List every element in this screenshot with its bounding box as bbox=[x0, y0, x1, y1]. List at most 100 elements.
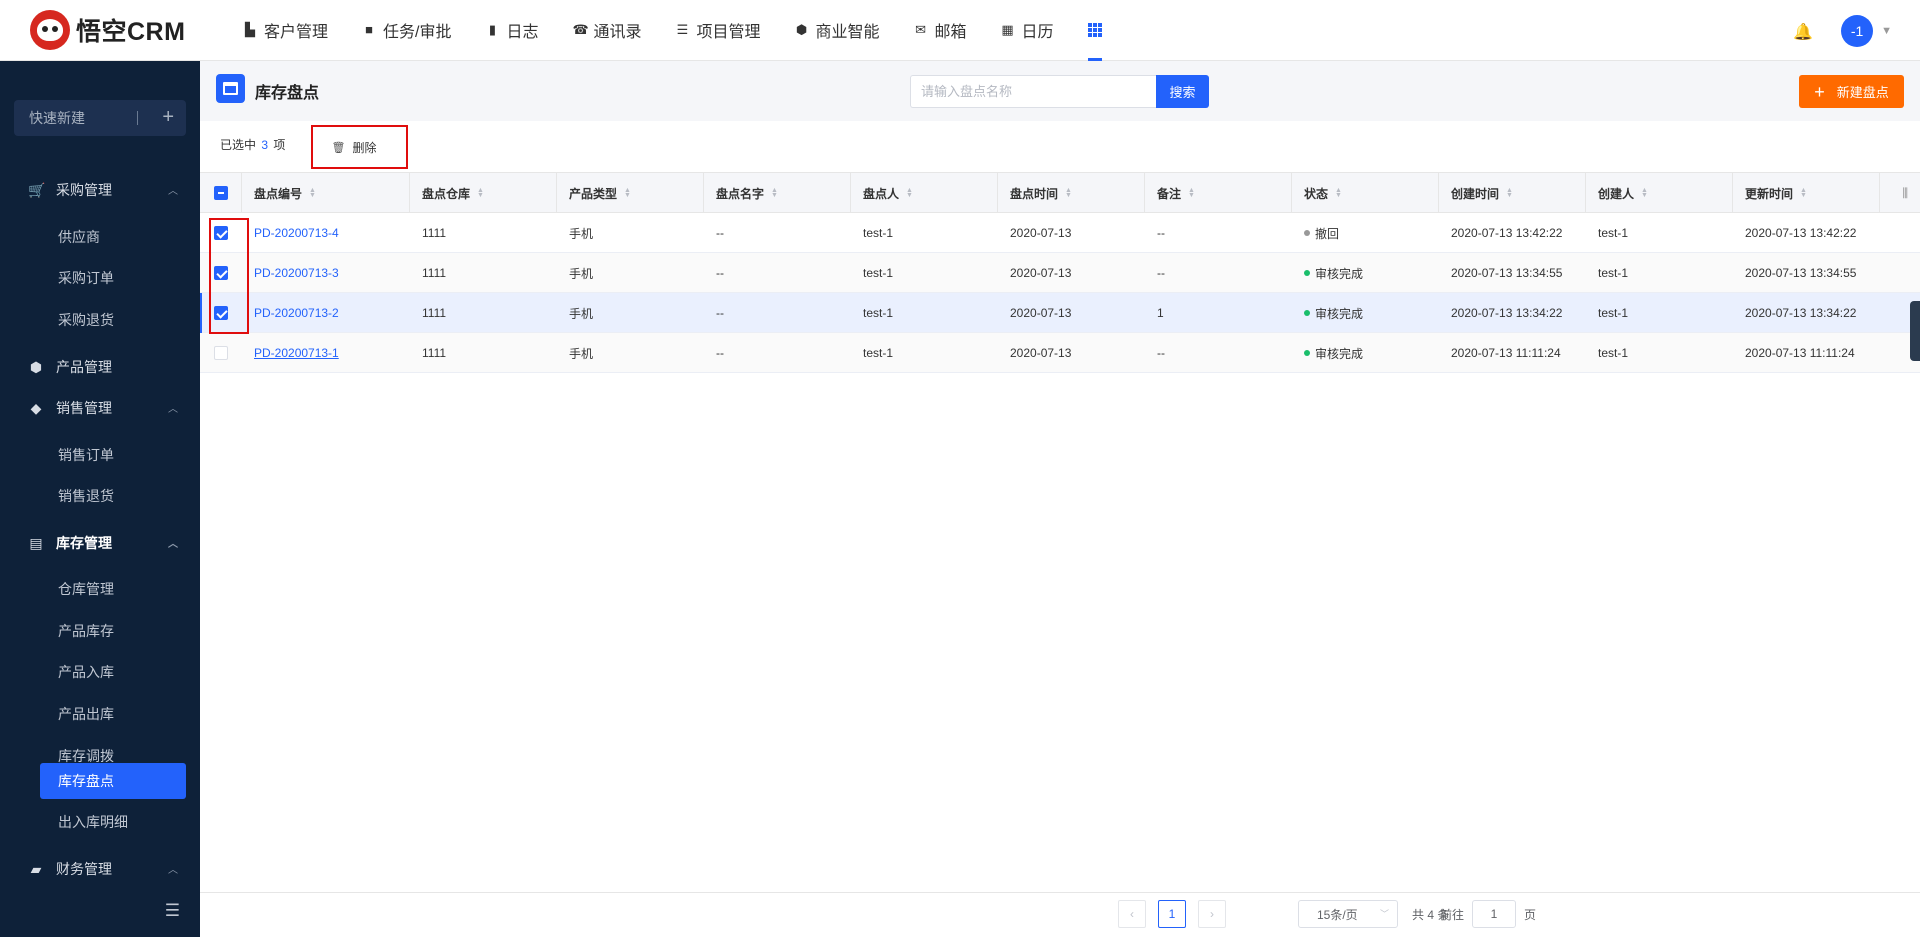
delete-button[interactable]: 🗑 删除 bbox=[311, 133, 397, 161]
prev-page-button[interactable]: ‹ bbox=[1118, 900, 1146, 928]
nav-task[interactable]: ■ 任务/审批 bbox=[362, 0, 451, 61]
sort-icon[interactable]: ▲ ▼ bbox=[1335, 187, 1342, 199]
nav-mail[interactable]: ✉ 邮箱 bbox=[914, 0, 966, 61]
sort-icon[interactable]: ▲ ▼ bbox=[1065, 187, 1072, 199]
status-text: 审核完成 bbox=[1315, 266, 1364, 281]
cell-created: 2020-07-13 13:34:22 bbox=[1451, 306, 1563, 320]
nav-calendar[interactable]: ▦ 日历 bbox=[1001, 0, 1054, 61]
code-link[interactable]: PD-20200713-1 bbox=[254, 346, 339, 360]
quick-new-button[interactable]: 快速新建 + bbox=[14, 100, 186, 136]
goto-page-input[interactable]: 1 bbox=[1472, 900, 1516, 928]
nav-bi[interactable]: ⬢ 商业智能 bbox=[795, 0, 880, 61]
nav-log[interactable]: ▮ 日志 bbox=[485, 0, 539, 61]
content-panel: 已选中 3 项 🗑 删除 盘点编号 ▲ ▼ 盘点仓库 ▲ ▼ 产品类型 ▲ ▼ 盘点名字 ▲ ▼ … bbox=[200, 121, 1920, 937]
logo[interactable]: 悟空CRM bbox=[30, 10, 215, 50]
side-drawer-handle[interactable] bbox=[1910, 301, 1920, 361]
sort-icon[interactable]: ▲ ▼ bbox=[906, 187, 913, 199]
sidebar-item-purchase-return[interactable]: 采购退货 bbox=[40, 302, 186, 338]
sidebar-item-supplier[interactable]: 供应商 bbox=[40, 219, 186, 255]
cell-code[interactable]: PD-20200713-4 bbox=[244, 213, 339, 253]
sidebar-item-stock-check[interactable]: 库存盘点 bbox=[40, 763, 186, 799]
column-label: 产品类型 bbox=[569, 186, 618, 201]
col-created[interactable]: 创建时间 ▲ ▼ bbox=[1439, 173, 1586, 213]
sidebar-group-finance[interactable]: ▰ 财务管理 ︿ bbox=[0, 851, 200, 887]
col-code[interactable]: 盘点编号 ▲ ▼ bbox=[242, 173, 410, 213]
col-product-type[interactable]: 产品类型 ▲ ▼ bbox=[557, 173, 704, 213]
sort-icon[interactable]: ▲ ▼ bbox=[771, 187, 778, 199]
cell-created: 2020-07-13 13:34:55 bbox=[1451, 266, 1563, 280]
book-icon: ▮ bbox=[488, 22, 497, 37]
sidebar-item-stock-in[interactable]: 产品入库 bbox=[40, 654, 186, 690]
apps-grid-icon bbox=[1087, 23, 1102, 37]
archive-icon: ▤ bbox=[29, 534, 43, 551]
col-checker[interactable]: 盘点人 ▲ ▼ bbox=[851, 173, 998, 213]
table-row[interactable]: PD-20200713-2 1111 手机 -- test-1 2020-07-… bbox=[200, 293, 1920, 333]
nav-customer[interactable]: ▙ 客户管理 bbox=[243, 0, 328, 61]
col-status[interactable]: 状态 ▲ ▼ bbox=[1292, 173, 1439, 213]
sidebar-item-purchase-order[interactable]: 采购订单 bbox=[40, 260, 186, 296]
sidebar-group-purchase[interactable]: 🛒 采购管理 ︿ bbox=[0, 172, 200, 208]
col-name[interactable]: 盘点名字 ▲ ▼ bbox=[704, 173, 851, 213]
page-size-select[interactable]: 15条/页 ﹀ bbox=[1298, 900, 1398, 928]
cell-code[interactable]: PD-20200713-1 bbox=[244, 333, 339, 373]
sidebar-item-product-stock[interactable]: 产品库存 bbox=[40, 613, 186, 649]
row-checkbox[interactable] bbox=[214, 226, 228, 240]
col-remark[interactable]: 备注 ▲ ▼ bbox=[1145, 173, 1292, 213]
nav-label: 日历 bbox=[1021, 24, 1054, 41]
table-row[interactable]: PD-20200713-3 1111 手机 -- test-1 2020-07-… bbox=[200, 253, 1920, 293]
code-link[interactable]: PD-20200713-4 bbox=[254, 226, 339, 240]
sidebar-item-warehouse[interactable]: 仓库管理 bbox=[40, 571, 186, 607]
cell-code[interactable]: PD-20200713-3 bbox=[244, 253, 339, 293]
collapse-sidebar-icon[interactable]: ☰ bbox=[165, 901, 180, 921]
code-link[interactable]: PD-20200713-2 bbox=[254, 306, 339, 320]
col-check-time[interactable]: 盘点时间 ▲ ▼ bbox=[998, 173, 1145, 213]
sidebar-item-stock-out[interactable]: 产品出库 bbox=[40, 696, 186, 732]
table-row[interactable]: PD-20200713-4 1111 手机 -- test-1 2020-07-… bbox=[200, 213, 1920, 253]
avatar[interactable]: -1 bbox=[1841, 14, 1874, 47]
column-settings-icon[interactable]: ⫼ bbox=[1902, 186, 1908, 201]
col-creator[interactable]: 创建人 ▲ ▼ bbox=[1586, 173, 1733, 213]
sidebar-group-inventory[interactable]: ▤ 库存管理 ︿ bbox=[0, 525, 200, 561]
sort-icon[interactable]: ▲ ▼ bbox=[1506, 187, 1513, 199]
search-button[interactable]: 搜索 bbox=[1156, 75, 1209, 108]
sidebar-item-sales-return[interactable]: 销售退货 bbox=[40, 478, 186, 514]
row-checkbox[interactable] bbox=[214, 266, 228, 280]
sidebar: 快速新建 + 🛒 采购管理 ︿ 供应商 采购订单 采购退货 ⬢ 产品管理 ◆ 销售管理 ︿… bbox=[0, 61, 200, 937]
sort-icon[interactable]: ▲ ▼ bbox=[624, 187, 631, 199]
sidebar-item-stock-detail[interactable]: 出入库明细 bbox=[40, 804, 186, 840]
sidebar-group-sales[interactable]: ◆ 销售管理 ︿ bbox=[0, 390, 200, 426]
col-warehouse[interactable]: 盘点仓库 ▲ ▼ bbox=[410, 173, 557, 213]
cell-status: 审核完成 bbox=[1294, 333, 1363, 373]
nav-contacts[interactable]: ☎ 通讯录 bbox=[572, 0, 641, 61]
sort-icon[interactable]: ▲ ▼ bbox=[1641, 187, 1648, 199]
next-page-button[interactable]: › bbox=[1198, 900, 1226, 928]
row-checkbox[interactable] bbox=[214, 306, 228, 320]
nav-project[interactable]: ☰ 项目管理 bbox=[676, 0, 761, 61]
code-link[interactable]: PD-20200713-3 bbox=[254, 266, 339, 280]
page-number-button[interactable]: 1 bbox=[1158, 900, 1186, 928]
sort-icon[interactable]: ▲ ▼ bbox=[477, 187, 484, 199]
search-bar: 搜索 bbox=[910, 75, 1209, 108]
cell-updated: 2020-07-13 13:34:22 bbox=[1745, 306, 1857, 320]
select-all-checkbox[interactable] bbox=[213, 186, 228, 200]
sort-icon[interactable]: ▲ ▼ bbox=[309, 187, 316, 199]
cell-warehouse: 1111 bbox=[422, 346, 447, 360]
search-input[interactable] bbox=[910, 75, 1156, 108]
row-checkbox[interactable] bbox=[214, 346, 228, 360]
nav-label: 通讯录 bbox=[593, 24, 642, 41]
sort-icon[interactable]: ▲ ▼ bbox=[1188, 187, 1195, 199]
group-label: 财务管理 bbox=[56, 861, 112, 877]
table-row[interactable]: PD-20200713-1 1111 手机 -- test-1 2020-07-… bbox=[200, 333, 1920, 373]
new-stock-check-button[interactable]: + 新建盘点 bbox=[1799, 75, 1904, 108]
sidebar-item-sales-order[interactable]: 销售订单 bbox=[40, 437, 186, 473]
sort-icon[interactable]: ▲ ▼ bbox=[1800, 187, 1807, 199]
sidebar-group-product[interactable]: ⬢ 产品管理 bbox=[0, 349, 200, 385]
nav-apps[interactable] bbox=[1087, 0, 1102, 61]
caret-down-icon[interactable]: ▼ bbox=[1881, 25, 1892, 37]
column-label: 盘点名字 bbox=[716, 186, 765, 201]
bell-icon[interactable]: 🔔 bbox=[1793, 22, 1813, 41]
column-label: 创建人 bbox=[1598, 186, 1635, 201]
cell-code[interactable]: PD-20200713-2 bbox=[244, 293, 339, 333]
col-updated[interactable]: 更新时间 ▲ ▼ bbox=[1733, 173, 1880, 213]
row-select-cell bbox=[200, 253, 242, 293]
